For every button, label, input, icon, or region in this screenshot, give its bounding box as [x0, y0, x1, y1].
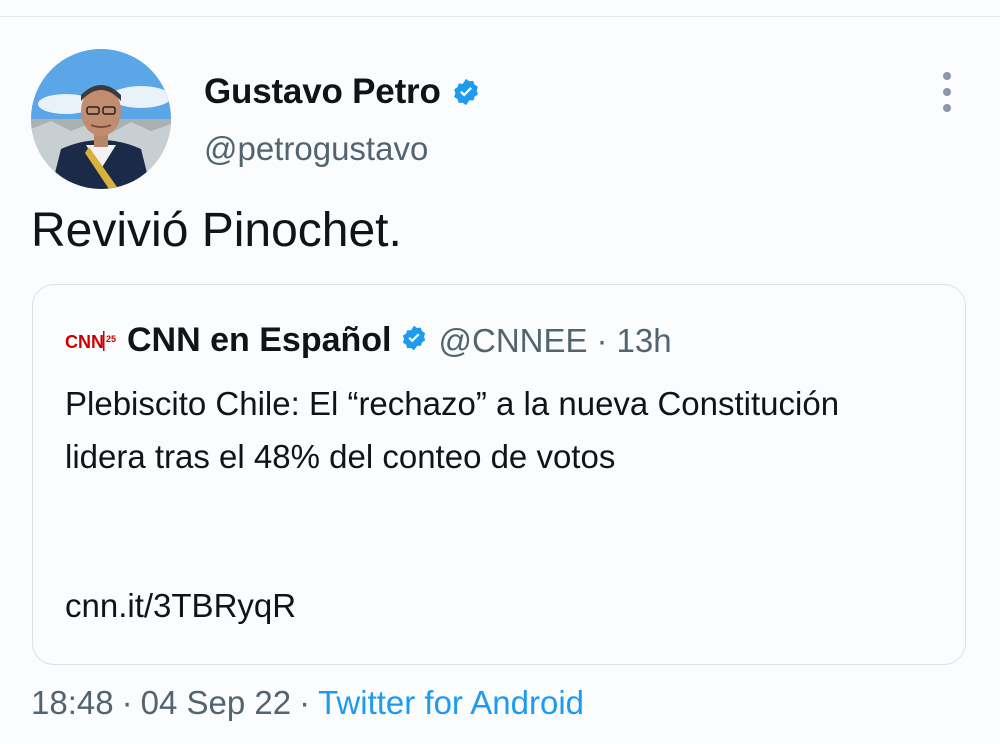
quoted-separator: · — [596, 321, 608, 359]
meta-separator: · — [121, 684, 133, 721]
avatar[interactable] — [31, 49, 171, 189]
tweet-meta: 18:48 · 04 Sep 22 · Twitter for Android — [31, 684, 584, 722]
more-vertical-icon-dot — [943, 88, 951, 96]
top-divider — [0, 16, 1000, 17]
quoted-author-name: CNN en Español — [127, 321, 392, 359]
author-name[interactable]: Gustavo Petro — [204, 72, 441, 112]
tweet-time[interactable]: 18:48 — [31, 684, 114, 721]
quoted-tweet-text: Plebiscito Chile: El “rechazo” a la nuev… — [65, 385, 840, 475]
tweet-source-link[interactable]: Twitter for Android — [318, 684, 584, 721]
tweet-date[interactable]: 04 Sep 22 — [141, 684, 291, 721]
author-name-row[interactable]: Gustavo Petro — [204, 72, 481, 112]
tweet-text: Revivió Pinochet. — [31, 204, 402, 257]
quoted-timestamp: 13h — [616, 321, 672, 359]
verified-badge-icon — [451, 77, 481, 107]
avatar-image — [31, 49, 171, 189]
svg-text:CNN: CNN — [65, 332, 104, 352]
quoted-author-handle: @CNNEE — [438, 321, 588, 359]
more-options-button[interactable] — [936, 72, 958, 112]
more-vertical-icon — [943, 72, 951, 80]
quoted-tweet-header: CNN 25 CNN en Español @CNNEE · 13h — [65, 321, 672, 360]
meta-separator: · — [299, 684, 311, 721]
quoted-tweet-card[interactable]: CNN 25 CNN en Español @CNNEE · 13h Plebi… — [32, 284, 966, 665]
cnn-logo-icon: CNN 25 — [65, 330, 116, 352]
author-handle[interactable]: @petrogustavo — [204, 130, 428, 168]
more-vertical-icon-dot — [943, 104, 951, 112]
svg-text:25: 25 — [106, 334, 116, 344]
quoted-tweet-link[interactable]: cnn.it/3TBRyqR — [65, 587, 296, 625]
verified-badge-icon — [400, 324, 428, 357]
